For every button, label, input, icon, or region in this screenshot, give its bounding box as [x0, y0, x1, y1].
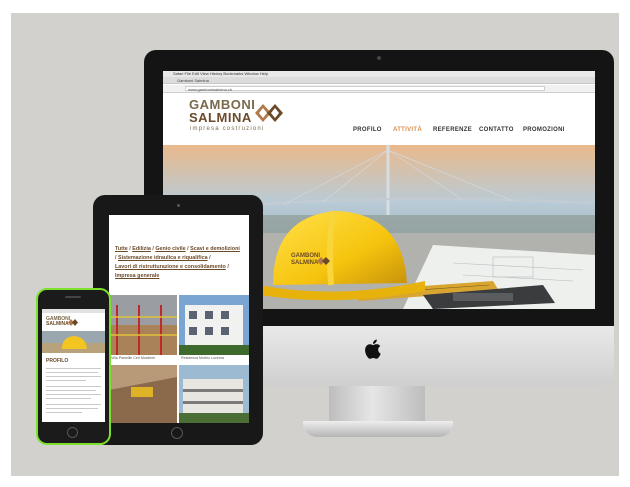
- text-line: [46, 408, 98, 409]
- nav-contatto[interactable]: CONTATTO: [479, 127, 514, 133]
- text-line: [46, 412, 82, 413]
- imac-stand-neck: [329, 386, 425, 426]
- project-caption-left: Villa Pianellin Ceri Moabere: [111, 356, 156, 360]
- address-bar[interactable]: www.gambonisalmina.ch: [185, 86, 545, 92]
- apple-logo-icon: [365, 339, 381, 359]
- nav-promozioni[interactable]: PROMOZIONI: [523, 127, 565, 133]
- text-line: [46, 398, 91, 399]
- nav-profilo[interactable]: PROFILO: [353, 127, 382, 133]
- text-line: [46, 386, 101, 387]
- phone-brand-line2[interactable]: SALMINA: [46, 322, 69, 327]
- brand-tagline: impresa costruzioni: [190, 126, 265, 132]
- category-filter-list: Tutte / Edilizia / Genio civile / Scavi …: [115, 246, 240, 279]
- website-tablet-view: Tutte / Edilizia / Genio civile / Scavi …: [109, 215, 249, 423]
- nav-referenze[interactable]: REFERENZE: [433, 127, 472, 133]
- filter-link-tutte[interactable]: Tutte: [115, 246, 128, 252]
- phone-home-button[interactable]: [67, 427, 78, 438]
- text-line: [46, 380, 86, 381]
- imac-stand-base: [303, 421, 453, 437]
- filter-link-impresa-generale[interactable]: Impresa generale: [115, 273, 159, 279]
- svg-text:GAMBONI: GAMBONI: [291, 253, 320, 259]
- website-phone-view: GAMBONI SALMINA PROFILO: [42, 309, 105, 422]
- phone-speaker: [65, 296, 81, 298]
- brand-name-line2[interactable]: SALMINA: [189, 111, 252, 124]
- filter-link-ristrutturazione[interactable]: Lavori di ristrutturazione e consolidame…: [115, 264, 226, 270]
- text-line: [46, 404, 101, 405]
- svg-text:SALMINA: SALMINA: [291, 260, 319, 266]
- brand-logo-icon[interactable]: [255, 102, 285, 124]
- imac-camera: [377, 56, 381, 60]
- browser-tab[interactable]: Gamboni Salmina: [163, 77, 595, 84]
- text-line: [46, 376, 101, 377]
- scene: Safari File Edit View History Bookmarks …: [11, 13, 619, 476]
- tablet-home-button[interactable]: [171, 427, 183, 439]
- text-line: [46, 394, 101, 395]
- project-caption-right: Residenza Morbio Lucerna: [181, 356, 224, 360]
- filter-link-genio-civile[interactable]: Genio civile: [155, 246, 185, 252]
- filter-link-edilizia[interactable]: Edilizia: [132, 246, 151, 252]
- text-line: [46, 390, 96, 391]
- filter-link-sistemazione[interactable]: Sistemazione idraulica e riqualifica: [118, 255, 208, 261]
- filter-link-scavi[interactable]: Scavi e demolizioni: [190, 246, 240, 252]
- phone-status-bar: [42, 309, 105, 313]
- text-line: [46, 372, 98, 373]
- phone-section-title: PROFILO: [46, 358, 69, 364]
- phone-logo-icon: [68, 319, 78, 326]
- text-line: [46, 368, 101, 369]
- tablet-camera: [177, 204, 180, 207]
- nav-attivita[interactable]: ATTIVITÀ: [393, 127, 422, 133]
- phone-hero-image: [42, 331, 105, 353]
